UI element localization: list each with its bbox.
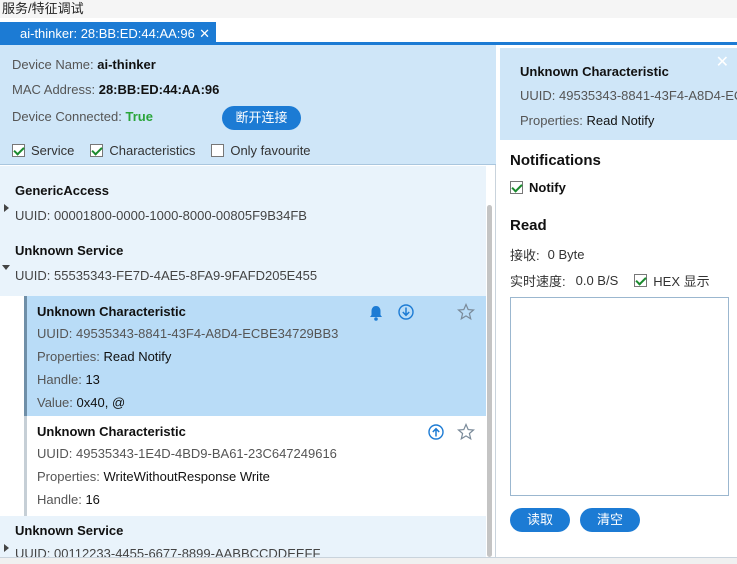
characteristic-uuid: UUID: 49535343-8841-43F4-A8D4-ECBE34729B… [37,326,339,341]
detail-properties: Properties: Read Notify [520,113,654,128]
characteristic-item[interactable]: Unknown Characteristic UUID: 49535343-88… [24,296,486,416]
characteristics-checkbox[interactable] [90,144,104,157]
properties-value: Read Notify [103,349,172,364]
service-name: Unknown Service [15,243,124,258]
handle-label: Handle: [37,372,82,387]
service-item[interactable]: Unknown Service UUID: 00112233-4455-6677… [0,516,486,557]
service-name: Unknown Service [15,523,124,538]
characteristic-name: Unknown Characteristic [37,304,186,319]
services-pane: Device Name: ai-thinker MAC Address: 28:… [0,45,496,557]
bell-icon[interactable] [367,304,385,322]
service-uuid: UUID: 00112233-4455-6677-8899-AABBCCDDEE… [15,546,321,557]
service-name: GenericAccess [15,183,109,198]
mac-address-value: 28:BB:ED:44:AA:96 [98,82,220,97]
characteristic-value: Value: 0x40, @ [37,395,125,410]
characteristic-name: Unknown Characteristic [37,424,186,439]
service-uuid: UUID: 55535343-FE7D-4AE5-8FA9-9FAFD205E4… [15,268,318,283]
characteristic-properties: Properties: Read Notify [37,349,171,364]
mac-address-row: MAC Address: 28:BB:ED:44:AA:96 [12,82,219,97]
connected-value: True [125,109,153,124]
hex-checkbox[interactable] [634,274,648,287]
expand-arrow-icon[interactable] [4,544,9,552]
notifications-heading: Notifications [510,152,601,169]
speed-value: 0.0 B/S [575,273,619,288]
read-heading: Read [510,217,547,234]
collapse-arrow-icon[interactable] [2,265,10,270]
detail-properties-value: Read Notify [586,113,655,128]
characteristic-uuid: UUID: 49535343-1E4D-4BD9-BA61-23C6472496… [37,446,337,461]
characteristic-item[interactable]: Unknown Characteristic UUID: 49535343-1E… [24,416,486,516]
notify-checkbox[interactable] [510,181,523,194]
notify-toggle[interactable]: Notify [510,180,566,195]
received-row: 接收: 0 Byte [510,245,584,264]
expand-arrow-icon[interactable] [4,204,9,212]
received-label: 接收: [510,248,540,263]
notify-label: Notify [529,180,566,195]
characteristic-detail-pane: ✕ Unknown Characteristic UUID: 49535343-… [497,45,737,557]
read-output-area[interactable] [510,297,729,496]
filter-service[interactable]: Service [12,143,74,158]
properties-label: Properties: [37,469,100,484]
characteristic-handle: Handle: 16 [37,492,100,507]
scroll-thumb[interactable] [487,205,492,557]
only-favourite-checkbox[interactable] [211,144,225,157]
characteristic-properties: Properties: WriteWithoutResponse Write [37,469,270,484]
filter-characteristics[interactable]: Characteristics [90,143,195,158]
tab-close-icon[interactable]: ✕ [199,22,210,45]
clear-button[interactable]: 清空 [580,508,640,532]
star-icon[interactable] [457,423,475,441]
device-info-panel: Device Name: ai-thinker MAC Address: 28:… [0,45,496,165]
handle-label: Handle: [37,492,82,507]
service-checkbox[interactable] [12,144,25,157]
filter-only-favourite[interactable]: Only favourite [211,143,311,158]
characteristic-handle: Handle: 13 [37,372,100,387]
handle-value: 13 [85,372,100,387]
service-filter-label: Service [31,143,75,158]
detail-title: Unknown Characteristic [520,64,669,79]
disconnect-button[interactable]: 断开连接 [222,106,301,130]
speed-label: 实时速度: [510,274,566,289]
device-name-label: Device Name: [12,57,94,72]
bottom-strip [0,557,737,564]
value-label: Value: [37,395,73,410]
read-button[interactable]: 读取 [510,508,570,532]
detail-close-icon[interactable]: ✕ [716,52,729,72]
speed-row: 实时速度: 0.0 B/S HEX 显示 [510,271,710,290]
download-icon[interactable] [397,303,415,321]
service-item[interactable]: Unknown Service UUID: 55535343-FE7D-4AE5… [0,228,486,296]
detail-uuid: UUID: 49535343-8841-43F4-A8D4-EC [520,88,737,103]
connected-label: Device Connected: [12,109,122,124]
properties-label: Properties: [37,349,100,364]
connected-row: Device Connected: True [12,109,153,124]
characteristics-filter-label: Characteristics [109,143,196,158]
received-value: 0 Byte [547,247,585,262]
upload-icon[interactable] [427,423,445,441]
mac-address-label: MAC Address: [12,82,96,97]
device-name-row: Device Name: ai-thinker [12,57,156,72]
only-favourite-filter-label: Only favourite [230,143,311,158]
window-title: 服务/特征调试 [0,0,737,18]
filter-row: Service Characteristics Only favourite [12,143,327,158]
service-list: GenericAccess UUID: 00001800-0000-1000-8… [0,166,486,557]
star-icon[interactable] [457,303,475,321]
detail-header: ✕ Unknown Characteristic UUID: 49535343-… [500,48,737,140]
hex-label: HEX 显示 [653,274,710,289]
service-item[interactable]: GenericAccess UUID: 00001800-0000-1000-8… [0,166,486,228]
tab-bar: ai-thinker: 28:BB:ED:44:AA:96 ✕ [0,18,737,45]
service-list-scrollbar[interactable] [486,205,493,557]
tab-label: ai-thinker: 28:BB:ED:44:AA:96 [20,26,195,41]
handle-value: 16 [85,492,100,507]
device-name-value: ai-thinker [97,57,156,72]
detail-properties-label: Properties: [520,113,583,128]
properties-value: WriteWithoutResponse Write [103,469,270,484]
tab-device[interactable]: ai-thinker: 28:BB:ED:44:AA:96 ✕ [0,22,216,45]
value-value: 0x40, @ [76,395,126,410]
service-uuid: UUID: 00001800-0000-1000-8000-00805F9B34… [15,208,307,223]
